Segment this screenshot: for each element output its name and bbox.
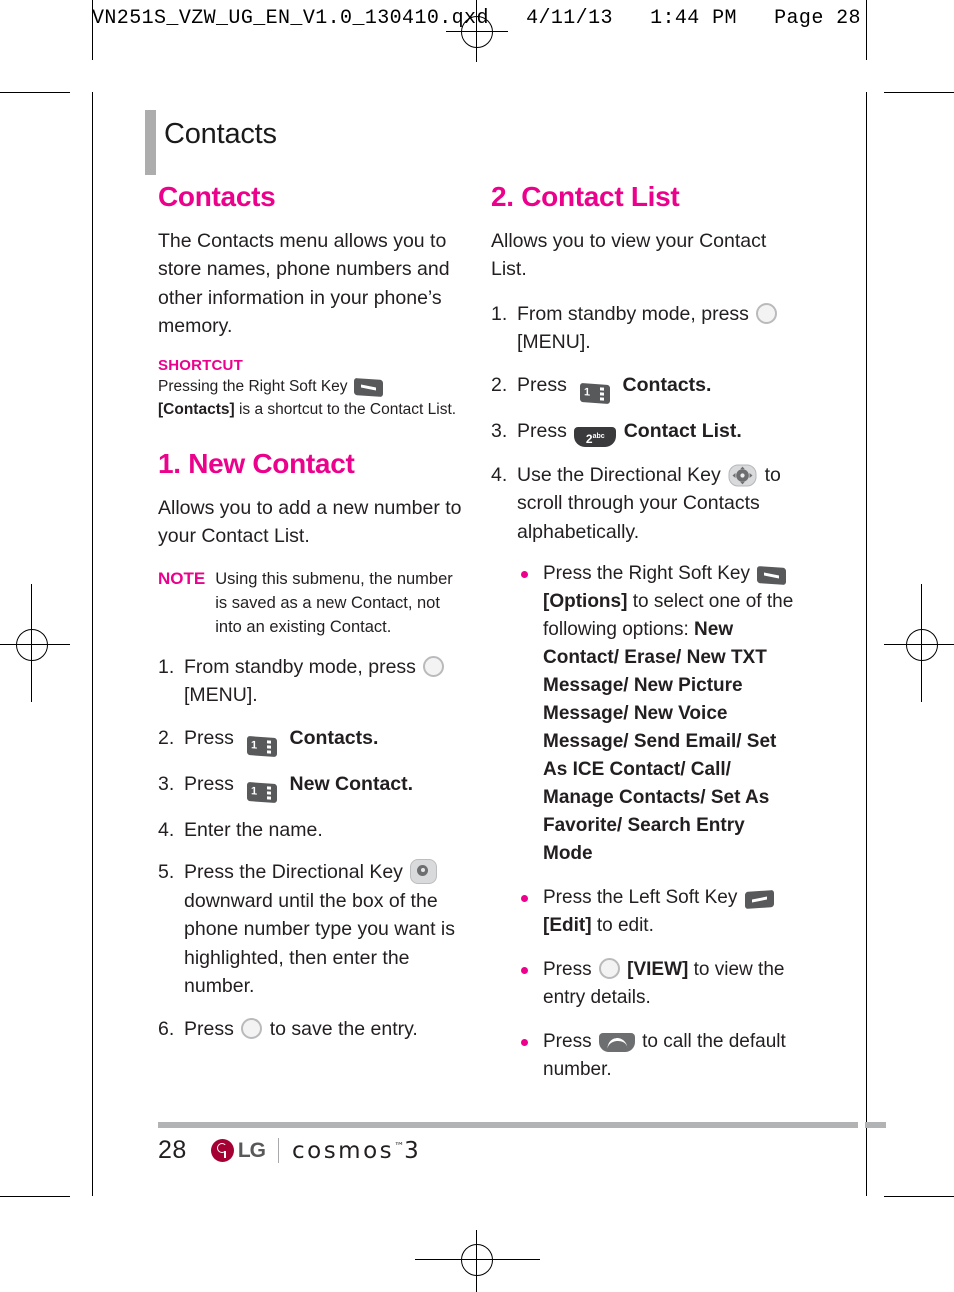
footer-rule — [158, 1122, 858, 1128]
logo-divider — [277, 1138, 279, 1163]
numeric-key-1-icon: 1 — [246, 735, 277, 757]
shortcut-paragraph: Pressing the Right Soft Key [Contacts] i… — [158, 375, 465, 421]
step-text-before: Press the Directional Key — [184, 861, 403, 884]
manual-page: Contacts Contacts The Contacts menu allo… — [0, 0, 954, 1292]
step-number: 2. — [491, 373, 508, 396]
bullet-text-before: Press — [543, 959, 592, 981]
step-text-before: From standby mode, press — [184, 655, 416, 678]
step-text-after: [MENU]. — [184, 684, 258, 707]
new-contact-intro: Allows you to add a new number to your C… — [158, 496, 462, 548]
page-footer: 28 LG cosmos™3 — [158, 1136, 421, 1165]
left-column: Contacts The Contacts menu allows you to… — [158, 181, 465, 1057]
step-text-before: Press — [184, 726, 234, 749]
step-text-after: downward until the box of the phone numb… — [184, 889, 456, 998]
numeric-key-1-icon: 1 — [579, 382, 610, 404]
step-text-after: to save the entry. — [269, 1017, 418, 1040]
step-text-after: Contacts. — [622, 373, 712, 396]
bullet-text-before: Press — [543, 1031, 592, 1053]
step-number: 4. — [158, 818, 175, 841]
step-number: 4. — [491, 463, 508, 486]
step-text-after: [MENU]. — [517, 331, 591, 354]
contacts-intro-paragraph: The Contacts menu allows you to store na… — [158, 229, 450, 338]
cosmos-wordmark: cosmos™3 — [292, 1138, 421, 1164]
note-text: Using this submenu, the number is saved … — [215, 569, 453, 636]
right-column: 2. Contact List Allows you to view your … — [491, 181, 798, 1100]
bullet-text-before: Press the Left Soft Key — [543, 887, 738, 909]
step-text-after: New Contact. — [289, 772, 414, 795]
ok-key-icon — [241, 1017, 263, 1039]
right-soft-key-icon — [757, 566, 787, 586]
step-number: 5. — [158, 861, 175, 884]
bullet-text-after: to edit. — [596, 915, 654, 937]
ok-key-icon — [756, 302, 778, 324]
step-text-before: Enter the name. — [184, 818, 323, 841]
section-heading-contact-list: 2. Contact List — [491, 181, 680, 212]
step-number: 6. — [158, 1017, 175, 1040]
section-heading-contacts: Contacts — [158, 181, 276, 212]
footer-rule-tail — [865, 1122, 886, 1128]
note-label: NOTE — [158, 568, 206, 588]
bullet-item: Press the Left Soft Key [Edit] to edit. — [515, 884, 798, 940]
lg-wordmark: LG — [237, 1138, 266, 1162]
chapter-title: Contacts — [164, 118, 277, 150]
shortcut-bracket: [Contacts] — [158, 400, 235, 418]
contact-list-steps: 1. From standby mode, press [MENU]. 2. P… — [491, 300, 798, 547]
right-soft-key-icon — [353, 377, 383, 397]
numeric-key-2abc-icon: 2abc — [574, 426, 617, 447]
contact-list-bullets: Press the Right Soft Key [Options] to se… — [515, 560, 798, 1084]
cosmos-name: cosmos — [291, 1137, 395, 1164]
step-number: 1. — [491, 302, 508, 325]
ok-key-icon — [423, 655, 445, 677]
step-text-after: Contacts. — [289, 726, 379, 749]
ok-key-icon — [598, 958, 620, 980]
page-number: 28 — [158, 1136, 187, 1164]
trademark-symbol: ™ — [394, 1140, 405, 1152]
step-item: 2. Press 1 Contacts. — [491, 371, 798, 404]
step-item: 3. Press 2abc Contact List. — [491, 417, 798, 447]
step-number: 2. — [158, 726, 175, 749]
bullet-bracket: [Edit] — [543, 915, 592, 937]
step-item: 1. From standby mode, press [MENU]. — [158, 653, 465, 710]
numeric-key-1-icon: 1 — [246, 781, 277, 803]
step-item: 3. Press 1 New Contact. — [158, 770, 465, 803]
shortcut-text-before: Pressing the Right Soft Key — [158, 377, 348, 395]
bullet-item: Press [VIEW] to view the entry details. — [515, 956, 798, 1012]
step-item: 4. Use the Directional Key to scroll thr… — [491, 461, 798, 547]
left-soft-key-icon — [744, 890, 774, 910]
bullet-options-list: New Contact/ Erase/ New TXT Message/ New… — [543, 619, 777, 865]
shortcut-label: SHORTCUT — [158, 356, 243, 374]
shortcut-text-after: is a shortcut to the Contact List. — [238, 400, 457, 418]
bullet-item: Press the Right Soft Key [Options] to se… — [515, 560, 798, 868]
step-text-before: From standby mode, press — [517, 302, 749, 325]
step-number: 3. — [158, 772, 175, 795]
step-item: 4. Enter the name. — [158, 816, 465, 845]
lg-logo: LG — [210, 1138, 266, 1163]
note-block: NOTE Using this submenu, the number is s… — [158, 567, 465, 639]
chapter-accent-bar — [145, 110, 156, 175]
step-item: 1. From standby mode, press [MENU]. — [491, 300, 798, 357]
directional-key-icon — [410, 859, 438, 885]
directional-key-4way-icon — [728, 464, 757, 487]
step-text-before: Use the Directional Key — [517, 463, 721, 486]
step-text-before: Press — [517, 373, 567, 396]
new-contact-steps: 1. From standby mode, press [MENU]. 2. P… — [158, 653, 465, 1044]
section-heading-new-contact: 1. New Contact — [158, 447, 355, 479]
step-text-before: Press — [184, 1017, 234, 1040]
cosmos-version: 3 — [404, 1137, 422, 1164]
contact-list-intro: Allows you to view your Contact List. — [491, 229, 767, 281]
bullet-item: Press to call the default number. — [515, 1028, 798, 1084]
lg-face-icon — [210, 1139, 234, 1162]
step-item: 5. Press the Directional Key downward un… — [158, 858, 465, 1001]
step-number: 3. — [491, 419, 508, 442]
step-number: 1. — [158, 655, 175, 678]
bullet-bracket: [VIEW] — [627, 959, 689, 981]
step-text-after: Contact List. — [623, 419, 742, 442]
step-item: 6. Press to save the entry. — [158, 1015, 465, 1044]
step-text-before: Press — [184, 772, 234, 795]
step-item: 2. Press 1 Contacts. — [158, 724, 465, 757]
bullet-bracket: [Options] — [543, 591, 628, 613]
bullet-text-before: Press the Right Soft Key — [543, 563, 750, 585]
step-text-before: Press — [517, 419, 567, 442]
call-key-icon — [598, 1033, 635, 1053]
